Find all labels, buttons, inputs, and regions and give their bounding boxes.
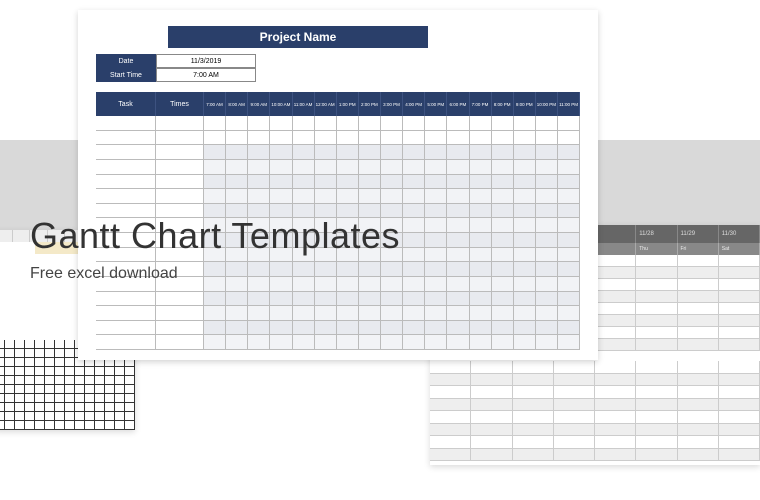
table-row: [430, 399, 760, 412]
hero-subtitle: Free excel download: [30, 265, 400, 283]
col-time-slot: 9:00 AM: [248, 92, 270, 116]
col-time-slot: 2:00 PM: [359, 92, 381, 116]
gantt-row: [96, 335, 580, 350]
template-preview-main: Project Name Date 11/3/2019 Start Time 7…: [78, 10, 598, 360]
gantt-row: [96, 160, 580, 175]
table-row: [430, 386, 760, 399]
calendar-header-cell: 11/29: [678, 225, 719, 243]
col-time-slot: 11:00 PM: [558, 92, 580, 116]
table-row: [430, 374, 760, 387]
col-time-slot: 7:00 AM: [204, 92, 226, 116]
gantt-row: [96, 145, 580, 160]
col-time-slot: 10:00 PM: [536, 92, 558, 116]
col-time-slot: 1:00 PM: [337, 92, 359, 116]
calendar-sub-cell: Fri: [678, 243, 719, 255]
col-time-slot: 9:00 PM: [514, 92, 536, 116]
col-time-slot: 11:00 AM: [293, 92, 315, 116]
col-time-slot: 8:00 AM: [226, 92, 248, 116]
col-time-slot: 5:00 PM: [425, 92, 447, 116]
col-time-slot: 8:00 PM: [492, 92, 514, 116]
gantt-row: [96, 175, 580, 190]
table-row: [430, 361, 760, 374]
calendar-header-cell: [595, 225, 636, 243]
label-date: Date: [96, 54, 156, 68]
table-row: [430, 436, 760, 449]
gantt-header-row: Task Times 7:00 AM8:00 AM9:00 AM10:00 AM…: [96, 92, 580, 116]
table-row: [430, 449, 760, 462]
hero-title: Gantt Chart Templates: [30, 215, 400, 257]
col-time-slot: 4:00 PM: [403, 92, 425, 116]
calendar-header-cell: 11/30: [719, 225, 760, 243]
gantt-row: [96, 116, 580, 131]
col-task: Task: [96, 92, 156, 116]
gantt-row: [96, 131, 580, 146]
table-row: [430, 411, 760, 424]
hero-overlay: Gantt Chart Templates Free excel downloa…: [30, 215, 400, 283]
gantt-row: [96, 189, 580, 204]
value-start-time: 7:00 AM: [156, 68, 256, 82]
label-start-time: Start Time: [96, 68, 156, 82]
value-date: 11/3/2019: [156, 54, 256, 68]
col-time-slot: 12:00 AM: [315, 92, 337, 116]
calendar-sub-cell: Thu: [636, 243, 677, 255]
calendar-header-cell: 11/28: [636, 225, 677, 243]
calendar-sub-cell: Sat: [719, 243, 760, 255]
gantt-row: [96, 321, 580, 336]
table-row: [430, 424, 760, 437]
col-time-slot: 10:00 AM: [270, 92, 292, 116]
col-time-slot: 7:00 PM: [470, 92, 492, 116]
gantt-row: [96, 292, 580, 307]
col-time-slot: 3:00 PM: [381, 92, 403, 116]
col-times: Times: [156, 92, 204, 116]
calendar-sub-cell: [595, 243, 636, 255]
gantt-row: [96, 306, 580, 321]
project-title-bar: Project Name: [168, 26, 428, 48]
col-time-slot: 6:00 PM: [447, 92, 469, 116]
